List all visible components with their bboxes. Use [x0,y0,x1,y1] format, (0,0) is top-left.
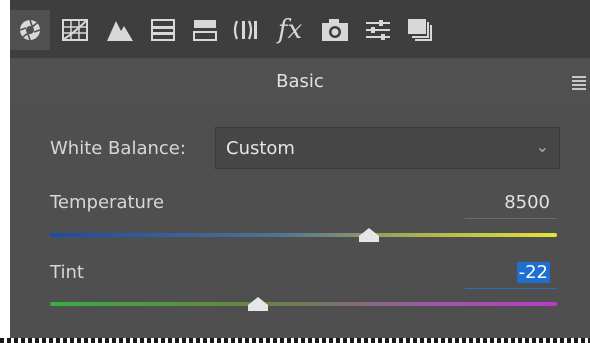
lens-corrections-icon [233,20,257,40]
white-balance-dropdown[interactable]: Custom ⌄ [215,127,560,169]
tab-lens-corrections[interactable] [227,10,267,50]
detail-icon [107,21,133,41]
white-balance-label: White Balance: [50,138,186,159]
chevron-down-icon: ⌄ [535,137,549,156]
temperature-value-underline [465,218,557,219]
aperture-icon [19,19,41,41]
temperature-value-text: 8500 [504,192,550,213]
white-balance-value: Custom [226,138,295,159]
tint-slider-thumb[interactable] [247,297,269,311]
tint-value[interactable]: -22 [470,260,550,286]
temperature-slider-thumb[interactable] [358,228,380,242]
basic-panel: fx Basic White Balance: Custom ⌄ Tempera… [10,0,590,338]
snapshots-icon [408,19,432,41]
temperature-slider[interactable] [50,233,557,237]
panel-tab-bar: fx [10,0,590,58]
tab-effects[interactable]: fx [270,10,310,50]
split-toning-icon [193,20,217,41]
tint-slider[interactable] [50,302,557,306]
tab-split-toning[interactable] [185,10,225,50]
tab-detail[interactable] [100,10,140,50]
tab-hsl[interactable] [143,10,183,50]
tab-basic[interactable] [10,10,50,50]
tab-snapshots[interactable] [400,10,440,50]
tab-presets[interactable] [358,10,398,50]
section-title-text: Basic [276,71,324,92]
tone-curve-icon [62,19,88,41]
hsl-icon [151,19,175,41]
tint-value-underline [465,288,557,289]
tint-value-text: -22 [516,262,550,283]
camera-icon [322,19,348,41]
bottom-border [0,338,590,343]
tint-label: Tint [50,262,84,283]
panel-menu-icon[interactable] [572,76,586,90]
effects-icon: fx [277,15,303,45]
presets-icon [366,20,390,40]
section-title: Basic [10,60,590,104]
tab-camera-calibration[interactable] [315,10,355,50]
tab-tone-curve[interactable] [55,10,95,50]
temperature-label: Temperature [50,192,165,213]
temperature-value[interactable]: 8500 [470,190,550,216]
